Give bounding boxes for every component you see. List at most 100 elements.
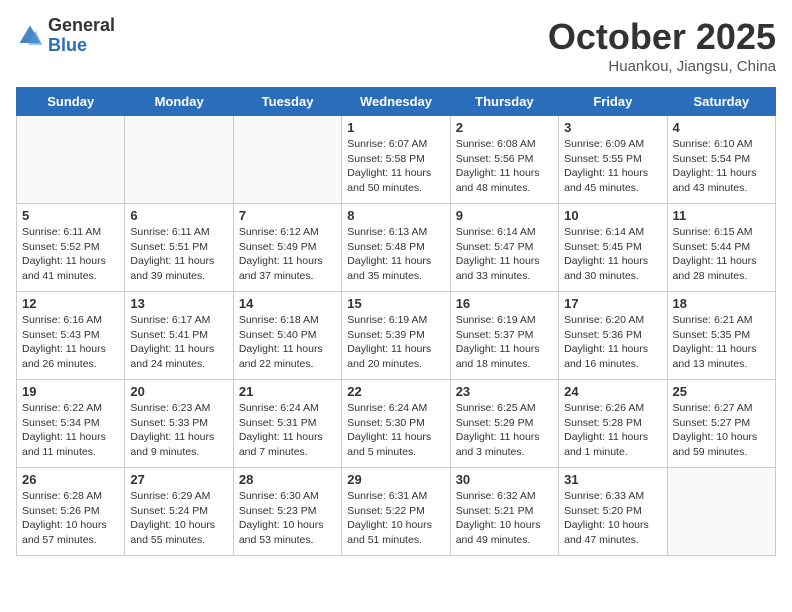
calendar-day-cell: 22 Sunrise: 6:24 AM Sunset: 5:30 PM Dayli… <box>342 380 450 468</box>
calendar-day-cell: 24 Sunrise: 6:26 AM Sunset: 5:28 PM Dayli… <box>559 380 667 468</box>
calendar-day-cell: 19Sunrise: 6:22 AM Sunset: 5:34 PM Dayli… <box>17 380 125 468</box>
calendar-day-cell: 4 Sunrise: 6:10 AM Sunset: 5:54 PM Daylig… <box>667 116 775 204</box>
calendar-day-cell: 18Sunrise: 6:21 AM Sunset: 5:35 PM Dayli… <box>667 292 775 380</box>
day-info: Sunrise: 6:29 AM Sunset: 5:24 PM Dayligh… <box>130 489 227 548</box>
day-number: 31 <box>564 472 661 487</box>
day-number: 29 <box>347 472 444 487</box>
day-number: 14 <box>239 296 336 311</box>
weekday-header: Monday <box>125 88 233 116</box>
day-number: 2 <box>456 120 553 135</box>
day-number: 6 <box>130 208 227 223</box>
day-info: Sunrise: 6:33 AM Sunset: 5:20 PM Dayligh… <box>564 489 661 548</box>
day-info: Sunrise: 6:11 AM Sunset: 5:51 PM Dayligh… <box>130 225 227 284</box>
calendar-week-row: 19Sunrise: 6:22 AM Sunset: 5:34 PM Dayli… <box>17 380 776 468</box>
calendar-day-cell: 20 Sunrise: 6:23 AM Sunset: 5:33 PM Dayli… <box>125 380 233 468</box>
calendar-table: SundayMondayTuesdayWednesdayThursdayFrid… <box>16 87 776 556</box>
calendar-day-cell: 8 Sunrise: 6:13 AM Sunset: 5:48 PM Daylig… <box>342 204 450 292</box>
month-title: October 2025 <box>548 16 776 58</box>
calendar-day-cell <box>667 468 775 556</box>
day-number: 30 <box>456 472 553 487</box>
calendar-day-cell: 27Sunrise: 6:29 AM Sunset: 5:24 PM Dayli… <box>125 468 233 556</box>
day-number: 23 <box>456 384 553 399</box>
calendar-day-cell: 30 Sunrise: 6:32 AM Sunset: 5:21 PM Dayli… <box>450 468 558 556</box>
day-info: Sunrise: 6:23 AM Sunset: 5:33 PM Dayligh… <box>130 401 227 460</box>
calendar-day-cell: 17 Sunrise: 6:20 AM Sunset: 5:36 PM Dayli… <box>559 292 667 380</box>
calendar-week-row: 5Sunrise: 6:11 AM Sunset: 5:52 PM Daylig… <box>17 204 776 292</box>
day-number: 28 <box>239 472 336 487</box>
calendar-day-cell <box>125 116 233 204</box>
title-block: October 2025 Huankou, Jiangsu, China <box>548 16 776 75</box>
day-number: 1 <box>347 120 444 135</box>
day-number: 8 <box>347 208 444 223</box>
calendar-day-cell: 23 Sunrise: 6:25 AM Sunset: 5:29 PM Dayli… <box>450 380 558 468</box>
day-number: 7 <box>239 208 336 223</box>
calendar-day-cell: 9Sunrise: 6:14 AM Sunset: 5:47 PM Daylig… <box>450 204 558 292</box>
calendar-day-cell: 5Sunrise: 6:11 AM Sunset: 5:52 PM Daylig… <box>17 204 125 292</box>
day-number: 11 <box>673 208 770 223</box>
day-info: Sunrise: 6:19 AM Sunset: 5:37 PM Dayligh… <box>456 313 553 372</box>
calendar-week-row: 1Sunrise: 6:07 AM Sunset: 5:58 PM Daylig… <box>17 116 776 204</box>
day-info: Sunrise: 6:32 AM Sunset: 5:21 PM Dayligh… <box>456 489 553 548</box>
page-header: General Blue October 2025 Huankou, Jiang… <box>16 16 776 75</box>
day-number: 15 <box>347 296 444 311</box>
day-number: 21 <box>239 384 336 399</box>
day-info: Sunrise: 6:26 AM Sunset: 5:28 PM Dayligh… <box>564 401 661 460</box>
day-info: Sunrise: 6:10 AM Sunset: 5:54 PM Dayligh… <box>673 137 770 196</box>
weekday-header: Friday <box>559 88 667 116</box>
calendar-day-cell: 11 Sunrise: 6:15 AM Sunset: 5:44 PM Dayli… <box>667 204 775 292</box>
day-info: Sunrise: 6:18 AM Sunset: 5:40 PM Dayligh… <box>239 313 336 372</box>
day-number: 24 <box>564 384 661 399</box>
calendar-day-cell: 10 Sunrise: 6:14 AM Sunset: 5:45 PM Dayli… <box>559 204 667 292</box>
calendar-day-cell: 13Sunrise: 6:17 AM Sunset: 5:41 PM Dayli… <box>125 292 233 380</box>
logo-blue: Blue <box>48 35 87 55</box>
day-info: Sunrise: 6:22 AM Sunset: 5:34 PM Dayligh… <box>22 401 119 460</box>
day-info: Sunrise: 6:30 AM Sunset: 5:23 PM Dayligh… <box>239 489 336 548</box>
calendar-week-row: 12Sunrise: 6:16 AM Sunset: 5:43 PM Dayli… <box>17 292 776 380</box>
day-number: 5 <box>22 208 119 223</box>
day-info: Sunrise: 6:21 AM Sunset: 5:35 PM Dayligh… <box>673 313 770 372</box>
day-number: 10 <box>564 208 661 223</box>
day-info: Sunrise: 6:24 AM Sunset: 5:31 PM Dayligh… <box>239 401 336 460</box>
calendar-day-cell: 1Sunrise: 6:07 AM Sunset: 5:58 PM Daylig… <box>342 116 450 204</box>
day-info: Sunrise: 6:15 AM Sunset: 5:44 PM Dayligh… <box>673 225 770 284</box>
calendar-week-row: 26 Sunrise: 6:28 AM Sunset: 5:26 PM Dayli… <box>17 468 776 556</box>
calendar-day-cell <box>233 116 341 204</box>
logo-icon <box>16 22 44 50</box>
calendar-day-cell: 25 Sunrise: 6:27 AM Sunset: 5:27 PM Dayli… <box>667 380 775 468</box>
weekday-header: Saturday <box>667 88 775 116</box>
day-info: Sunrise: 6:12 AM Sunset: 5:49 PM Dayligh… <box>239 225 336 284</box>
calendar-day-cell <box>17 116 125 204</box>
calendar-day-cell: 31 Sunrise: 6:33 AM Sunset: 5:20 PM Dayli… <box>559 468 667 556</box>
weekday-header: Thursday <box>450 88 558 116</box>
day-info: Sunrise: 6:27 AM Sunset: 5:27 PM Dayligh… <box>673 401 770 460</box>
calendar-day-cell: 26 Sunrise: 6:28 AM Sunset: 5:26 PM Dayli… <box>17 468 125 556</box>
calendar-day-cell: 12Sunrise: 6:16 AM Sunset: 5:43 PM Dayli… <box>17 292 125 380</box>
calendar-day-cell: 2 Sunrise: 6:08 AM Sunset: 5:56 PM Daylig… <box>450 116 558 204</box>
day-info: Sunrise: 6:28 AM Sunset: 5:26 PM Dayligh… <box>22 489 119 548</box>
calendar-day-cell: 28 Sunrise: 6:30 AM Sunset: 5:23 PM Dayli… <box>233 468 341 556</box>
day-info: Sunrise: 6:08 AM Sunset: 5:56 PM Dayligh… <box>456 137 553 196</box>
weekday-header: Wednesday <box>342 88 450 116</box>
day-number: 16 <box>456 296 553 311</box>
day-info: Sunrise: 6:13 AM Sunset: 5:48 PM Dayligh… <box>347 225 444 284</box>
calendar-day-cell: 21 Sunrise: 6:24 AM Sunset: 5:31 PM Dayli… <box>233 380 341 468</box>
calendar-day-cell: 16 Sunrise: 6:19 AM Sunset: 5:37 PM Dayli… <box>450 292 558 380</box>
day-info: Sunrise: 6:24 AM Sunset: 5:30 PM Dayligh… <box>347 401 444 460</box>
calendar-day-cell: 3 Sunrise: 6:09 AM Sunset: 5:55 PM Daylig… <box>559 116 667 204</box>
day-number: 22 <box>347 384 444 399</box>
day-info: Sunrise: 6:09 AM Sunset: 5:55 PM Dayligh… <box>564 137 661 196</box>
day-info: Sunrise: 6:25 AM Sunset: 5:29 PM Dayligh… <box>456 401 553 460</box>
logo: General Blue <box>16 16 115 56</box>
day-number: 26 <box>22 472 119 487</box>
day-info: Sunrise: 6:14 AM Sunset: 5:45 PM Dayligh… <box>564 225 661 284</box>
day-number: 20 <box>130 384 227 399</box>
day-info: Sunrise: 6:20 AM Sunset: 5:36 PM Dayligh… <box>564 313 661 372</box>
calendar-day-cell: 14 Sunrise: 6:18 AM Sunset: 5:40 PM Dayli… <box>233 292 341 380</box>
calendar-day-cell: 6 Sunrise: 6:11 AM Sunset: 5:51 PM Daylig… <box>125 204 233 292</box>
day-info: Sunrise: 6:16 AM Sunset: 5:43 PM Dayligh… <box>22 313 119 372</box>
day-number: 4 <box>673 120 770 135</box>
day-number: 17 <box>564 296 661 311</box>
day-number: 3 <box>564 120 661 135</box>
weekday-header: Sunday <box>17 88 125 116</box>
day-number: 25 <box>673 384 770 399</box>
